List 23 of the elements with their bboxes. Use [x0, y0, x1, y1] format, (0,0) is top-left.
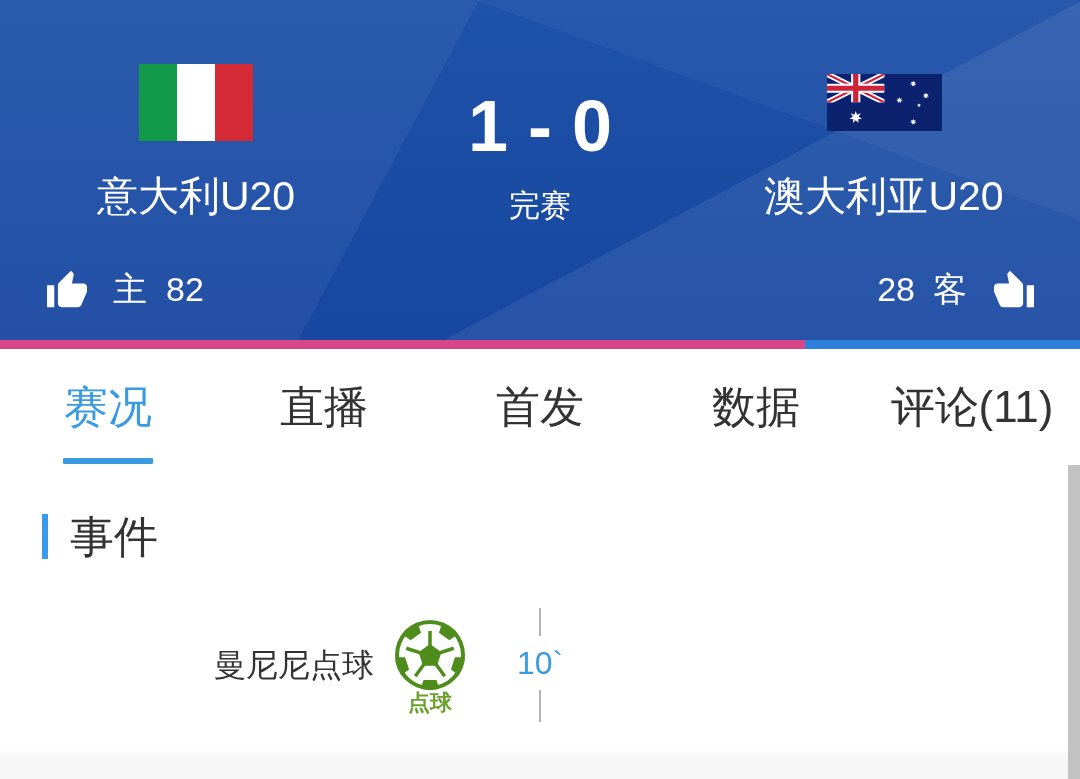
- scrollbar[interactable]: [1068, 465, 1080, 779]
- tab[interactable]: 直播: [216, 349, 432, 465]
- tab[interactable]: 评论(11): [864, 349, 1080, 465]
- section-title: 事件: [70, 514, 158, 559]
- away-label: 客: [933, 269, 967, 309]
- accent-bar-icon: [42, 514, 48, 559]
- match-status: 完赛: [509, 188, 571, 224]
- tab[interactable]: 首发: [432, 349, 648, 465]
- thumbs-up-icon[interactable]: [994, 270, 1034, 308]
- event-type-label: 点球: [408, 691, 452, 715]
- soccer-ball-icon: [394, 619, 466, 691]
- event-minute: 10`: [516, 644, 564, 683]
- thumbs-up-icon[interactable]: [47, 270, 87, 308]
- australia-flag-icon: [826, 74, 942, 131]
- event-description: 曼尼尼点球: [214, 646, 374, 685]
- away-like-count: 28: [877, 269, 915, 309]
- home-label: 主: [113, 269, 147, 309]
- home-like-count: 82: [166, 269, 204, 309]
- team-name: 澳大利亚U20: [764, 172, 1004, 220]
- match-score: 1 - 0: [467, 86, 613, 166]
- tab[interactable]: 数据: [648, 349, 864, 465]
- team-name: 意大利U20: [96, 172, 296, 220]
- italy-flag-icon: [139, 64, 253, 141]
